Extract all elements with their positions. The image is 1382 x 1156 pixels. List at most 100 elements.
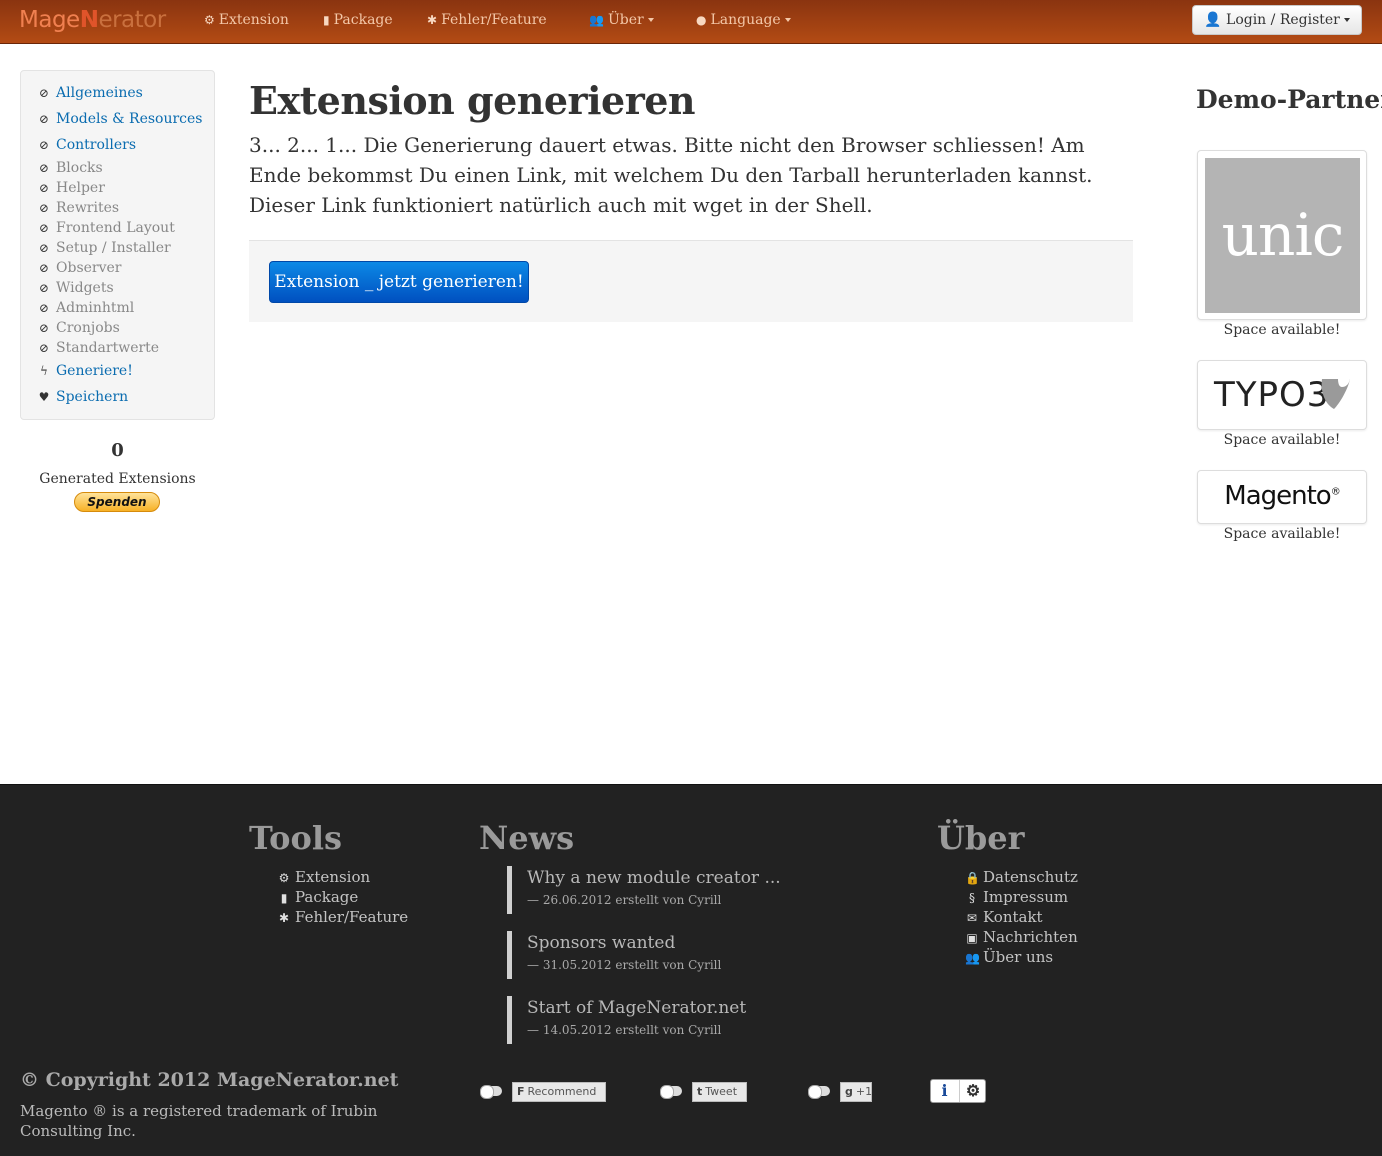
nav-extension[interactable]: ⚙ Extension: [204, 12, 289, 28]
footer-link-fehler-feature[interactable]: ✱ Fehler/Feature: [277, 908, 408, 926]
user-icon: 👤: [1204, 12, 1222, 28]
magento-logo-text: Magento: [1224, 481, 1331, 511]
footer-link-extension[interactable]: ⚙ Extension: [277, 868, 371, 886]
footer-link-package[interactable]: ▮ Package: [277, 888, 359, 906]
generate-extension-button[interactable]: Extension _ jetzt generieren!: [269, 261, 529, 303]
nav-language-label: Language: [710, 12, 781, 28]
gplus-icon: g: [845, 1085, 853, 1098]
globe-icon: ●: [696, 13, 707, 27]
generated-counter: 0 Generated Extensions: [20, 440, 215, 487]
nav-ueber-dropdown[interactable]: 👥 Über: [589, 12, 654, 28]
ban-circle-icon: ⊘: [38, 161, 50, 175]
info-icon[interactable]: i: [931, 1080, 958, 1102]
ban-circle-icon: ⊘: [38, 241, 50, 255]
news-item[interactable]: Start of MageNerator.net — 14.05.2012 er…: [507, 996, 807, 1044]
twitter-privacy-toggle[interactable]: [660, 1085, 682, 1099]
news-item[interactable]: Why a new module creator ... — 26.06.201…: [507, 866, 807, 914]
footer-tools-heading: Tools: [249, 819, 342, 857]
sidebar-item-generiere[interactable]: ϟ Generiere!: [37, 363, 133, 379]
lightning-icon: ϟ: [40, 364, 48, 378]
partner-typo3-caption: Space available!: [1223, 432, 1341, 448]
footer-link-datenschutz[interactable]: 🔒 Datenschutz: [965, 868, 1078, 886]
unic-logo-text: unic: [1205, 158, 1360, 313]
check-circle-icon: ⊘: [38, 112, 50, 126]
nav-ueber-label: Über: [607, 12, 644, 28]
ban-circle-icon: ⊘: [38, 181, 50, 195]
facebook-recommend-button[interactable]: F Recommend: [512, 1082, 606, 1102]
nav-fehler-feature[interactable]: ✱ Fehler/Feature: [427, 12, 547, 28]
sidebar-item-setup-installer: ⊘ Setup / Installer: [38, 240, 171, 256]
ban-circle-icon: ⊘: [38, 221, 50, 235]
footer-link-nachrichten[interactable]: ▣ Nachrichten: [965, 928, 1077, 946]
partner-unic-caption: Space available!: [1223, 322, 1341, 338]
facebook-icon: F: [517, 1085, 525, 1098]
news-item[interactable]: Sponsors wanted — 31.05.2012 erstellt vo…: [507, 931, 807, 979]
sidebar-item-frontend-layout: ⊘ Frontend Layout: [38, 220, 175, 236]
book-icon: ▮: [280, 891, 288, 905]
footer-link-impressum[interactable]: § Impressum: [965, 888, 1068, 906]
donate-button[interactable]: Spenden: [74, 492, 160, 512]
settings-gear-icon[interactable]: ⚙: [959, 1080, 986, 1102]
inbox-icon: ▣: [966, 931, 978, 945]
sidebar-item-observer: ⊘ Observer: [38, 260, 122, 276]
nav-package[interactable]: ▮ Package: [323, 12, 393, 28]
magento-registered-mark: ®: [1330, 486, 1341, 498]
partner-magento-logo[interactable]: Magento®: [1197, 470, 1367, 524]
top-navbar: MageNerator ⚙ Extension ▮ Package ✱ Fehler/…: [0, 0, 1382, 44]
caret-down-icon: [784, 18, 791, 22]
ban-circle-icon: ⊘: [38, 201, 50, 215]
sidebar-item-controllers[interactable]: ⊘ Controllers: [37, 137, 136, 153]
social-info-settings: i ⚙: [930, 1079, 986, 1103]
magento-logo: Magento®: [1198, 481, 1366, 511]
ban-circle-icon: ⊘: [38, 261, 50, 275]
heart-icon: ♥: [38, 390, 50, 404]
partner-unic-logo[interactable]: unic: [1197, 150, 1367, 320]
users-icon: 👥: [965, 951, 980, 965]
footer-link-ueber-uns[interactable]: 👥 Über uns: [965, 948, 1053, 966]
users-icon: 👥: [589, 13, 604, 27]
facebook-privacy-toggle[interactable]: [480, 1085, 502, 1099]
sidebar-item-standartwerte: ⊘ Standartwerte: [38, 340, 160, 356]
typo3-mark-icon: [1321, 379, 1350, 409]
copyright-text: © Copyright 2012 MageNerator.net: [20, 1069, 399, 1091]
gplus-privacy-toggle[interactable]: [808, 1085, 830, 1099]
news-item-title: Why a new module creator ...: [527, 868, 781, 888]
caret-down-icon: [1343, 18, 1350, 22]
lock-icon: 🔒: [965, 871, 980, 885]
nav-fehler-feature-label: Fehler/Feature: [441, 12, 547, 28]
nav-language-dropdown[interactable]: ● Language: [696, 12, 791, 28]
check-circle-icon: ⊘: [38, 86, 50, 100]
gplus-button[interactable]: g +1: [840, 1082, 872, 1102]
nav-package-label: Package: [333, 12, 393, 28]
sidebar-item-rewrites: ⊘ Rewrites: [38, 200, 120, 216]
twitter-tweet-button[interactable]: t Tweet: [692, 1082, 747, 1102]
footer-news-heading: News: [479, 819, 575, 857]
twitter-icon: t: [697, 1085, 703, 1098]
footer-link-kontakt[interactable]: ✉ Kontakt: [965, 908, 1043, 926]
partner-magento-caption: Space available!: [1223, 526, 1341, 542]
ban-circle-icon: ⊘: [38, 321, 50, 335]
book-icon: ▮: [323, 13, 330, 27]
caret-down-icon: [647, 18, 654, 22]
bug-icon: ✱: [278, 911, 290, 925]
sidebar-item-allgemeines[interactable]: ⊘ Allgemeines: [37, 85, 143, 101]
trademark-text: Magento ® is a registered trademark of I…: [20, 1102, 378, 1140]
partner-typo3-logo[interactable]: TYPO3: [1197, 360, 1367, 430]
ban-circle-icon: ⊘: [38, 281, 50, 295]
brand-logo[interactable]: MageNerator: [19, 7, 166, 33]
login-register-button[interactable]: 👤 Login / Register: [1192, 5, 1362, 35]
news-item-meta: — 26.06.2012 erstellt von Cyrill: [527, 893, 722, 907]
action-well: Extension _ jetzt generieren!: [249, 240, 1133, 322]
nav-extension-label: Extension: [218, 12, 289, 28]
logo-text-mage: Mage: [19, 7, 80, 33]
page-title: Extension generieren: [249, 78, 696, 123]
page-description: 3... 2... 1... Die Generierung dauert et…: [249, 133, 1093, 217]
gears-icon: ⚙: [278, 871, 290, 885]
ban-circle-icon: ⊘: [38, 341, 50, 355]
sidebar-item-speichern[interactable]: ♥ Speichern: [37, 389, 129, 405]
counter-caption: Generated Extensions: [39, 471, 196, 487]
sidebar-item-blocks: ⊘ Blocks: [38, 160, 103, 176]
typo3-logo-text: TYPO3: [1214, 375, 1330, 415]
sidebar-item-models-resources[interactable]: ⊘ Models & Resources: [37, 111, 203, 127]
sidebar-item-widgets: ⊘ Widgets: [38, 280, 114, 296]
